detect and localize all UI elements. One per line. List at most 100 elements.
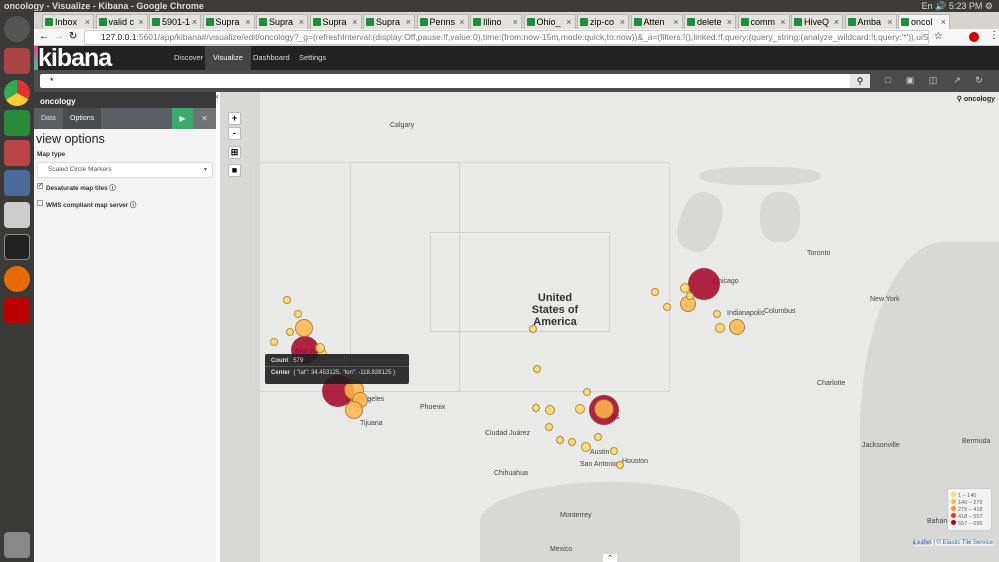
leaflet-link[interactable]: Leaflet [914,540,932,546]
fit-bounds-button[interactable]: ⊞ [228,146,241,159]
discard-button[interactable]: ✕ [193,108,216,129]
count-circle-marker[interactable] [581,442,591,452]
browser-tab[interactable]: Supra × [363,14,415,29]
firefox-icon[interactable] [4,266,30,292]
count-circle-marker[interactable] [594,399,614,419]
nav-settings[interactable]: Settings [291,46,334,70]
back-icon[interactable]: ← [39,31,49,42]
count-circle-marker[interactable] [568,438,576,446]
browser-tab[interactable]: Supra × [256,14,308,29]
close-tab-icon[interactable]: × [941,17,946,27]
zoom-in-button[interactable]: + [228,112,241,125]
count-circle-marker[interactable] [583,388,591,396]
kibana-logo[interactable]: kibana [38,46,112,71]
tile-service-link[interactable]: Elastic Tile Service [943,540,993,546]
count-circle-marker[interactable] [529,325,537,333]
count-circle-marker[interactable] [294,310,302,318]
browser-tab[interactable]: comm × [737,14,790,29]
close-tab-icon[interactable]: × [834,17,839,27]
count-circle-marker[interactable] [270,338,278,346]
count-circle-marker[interactable] [729,319,745,335]
close-tab-icon[interactable]: × [620,17,625,27]
nav-dashboard[interactable]: Dashboard [245,46,298,70]
count-circle-marker[interactable] [686,292,694,300]
count-circle-marker[interactable] [533,365,541,373]
close-tab-icon[interactable]: × [352,17,357,27]
lang-indicator[interactable]: En [922,1,933,11]
tab-data[interactable]: Data [34,108,63,129]
filezilla-icon[interactable] [4,298,30,324]
forward-icon[interactable]: → [54,31,64,42]
new-icon[interactable]: □ [883,75,893,85]
zoom-out-button[interactable]: - [228,127,241,140]
ubuntu-icon[interactable] [4,16,30,42]
refresh-icon[interactable]: ↻ [974,75,984,85]
browser-tab[interactable]: Penns × [416,14,469,29]
query-input[interactable]: * [40,74,870,88]
browser-tab[interactable]: Inbox × [42,14,94,29]
count-circle-marker[interactable] [610,447,618,455]
browser-tab[interactable]: Supra × [309,14,362,29]
draw-rectangle-button[interactable]: ■ [228,164,241,177]
trash-icon[interactable] [4,532,30,558]
map-canvas[interactable]: United States of America Calgary Toronto C… [220,92,999,562]
files-icon[interactable] [4,48,30,74]
count-circle-marker[interactable] [286,328,294,336]
count-circle-marker[interactable] [713,310,721,318]
browser-tab[interactable]: HiveQ × [791,14,843,29]
open-icon[interactable]: ◫ [928,75,938,85]
desaturate-checkbox[interactable]: ✓ [37,183,43,189]
close-tab-icon[interactable]: × [299,17,304,27]
browser-tab[interactable]: Supra × [202,14,255,29]
close-tab-icon[interactable]: × [406,17,411,27]
browser-tab[interactable]: 5901-1 × [149,14,201,29]
close-tab-icon[interactable]: × [459,17,464,27]
close-tab-icon[interactable]: × [192,17,197,27]
browser-tab[interactable]: Ohio_ × [523,14,576,29]
spy-toggle-button[interactable]: ⌃ [603,554,617,562]
save-icon[interactable]: ▣ [905,75,915,85]
count-circle-marker[interactable] [283,296,291,304]
clock[interactable]: 5:23 PM [949,1,983,11]
count-circle-marker[interactable] [295,319,313,337]
browser-tab[interactable]: delete × [684,14,736,29]
browser-tab[interactable]: zip-co × [577,14,629,29]
terminal-icon[interactable] [4,234,30,260]
count-circle-marker[interactable] [556,436,564,444]
count-circle-marker[interactable] [545,423,553,431]
adblock-icon[interactable] [969,32,979,42]
close-tab-icon[interactable]: × [887,17,892,27]
close-tab-icon[interactable]: × [513,17,518,27]
close-tab-icon[interactable]: × [566,17,571,27]
close-tab-icon[interactable]: × [138,17,143,27]
browser-tab[interactable]: oncol × [898,14,950,29]
browser-tab[interactable]: Amba × [844,14,897,29]
browser-tab[interactable]: Illino × [470,14,522,29]
map-type-select[interactable]: Scaled Circle Markers ▼ [37,162,213,178]
count-circle-marker[interactable] [651,288,659,296]
settings-icon[interactable] [4,140,30,166]
apply-button[interactable]: ▶ [172,108,193,129]
close-tab-icon[interactable]: × [85,17,90,27]
count-circle-marker[interactable] [616,461,624,469]
close-tab-icon[interactable]: × [727,17,732,27]
close-tab-icon[interactable]: × [245,17,250,27]
count-circle-marker[interactable] [532,404,540,412]
count-circle-marker[interactable] [594,433,602,441]
count-circle-marker[interactable] [575,404,585,414]
count-circle-marker[interactable] [315,343,325,353]
browser-tab[interactable]: Atten × [630,14,683,29]
tab-options[interactable]: Options [63,108,102,129]
count-circle-marker[interactable] [715,323,725,333]
count-circle-marker[interactable] [345,401,363,419]
nav-visualize[interactable]: Visualize [205,46,251,70]
count-circle-marker[interactable] [545,405,555,415]
count-circle-marker[interactable] [663,303,671,311]
spreadsheet-icon[interactable] [4,110,30,136]
text-editor-icon[interactable] [4,202,30,228]
close-tab-icon[interactable]: × [780,17,785,27]
share-icon[interactable]: ↗ [952,75,962,85]
chrome-icon[interactable] [4,80,30,106]
search-button[interactable]: ⚲ [850,74,870,88]
virtualbox-icon[interactable] [4,170,30,196]
